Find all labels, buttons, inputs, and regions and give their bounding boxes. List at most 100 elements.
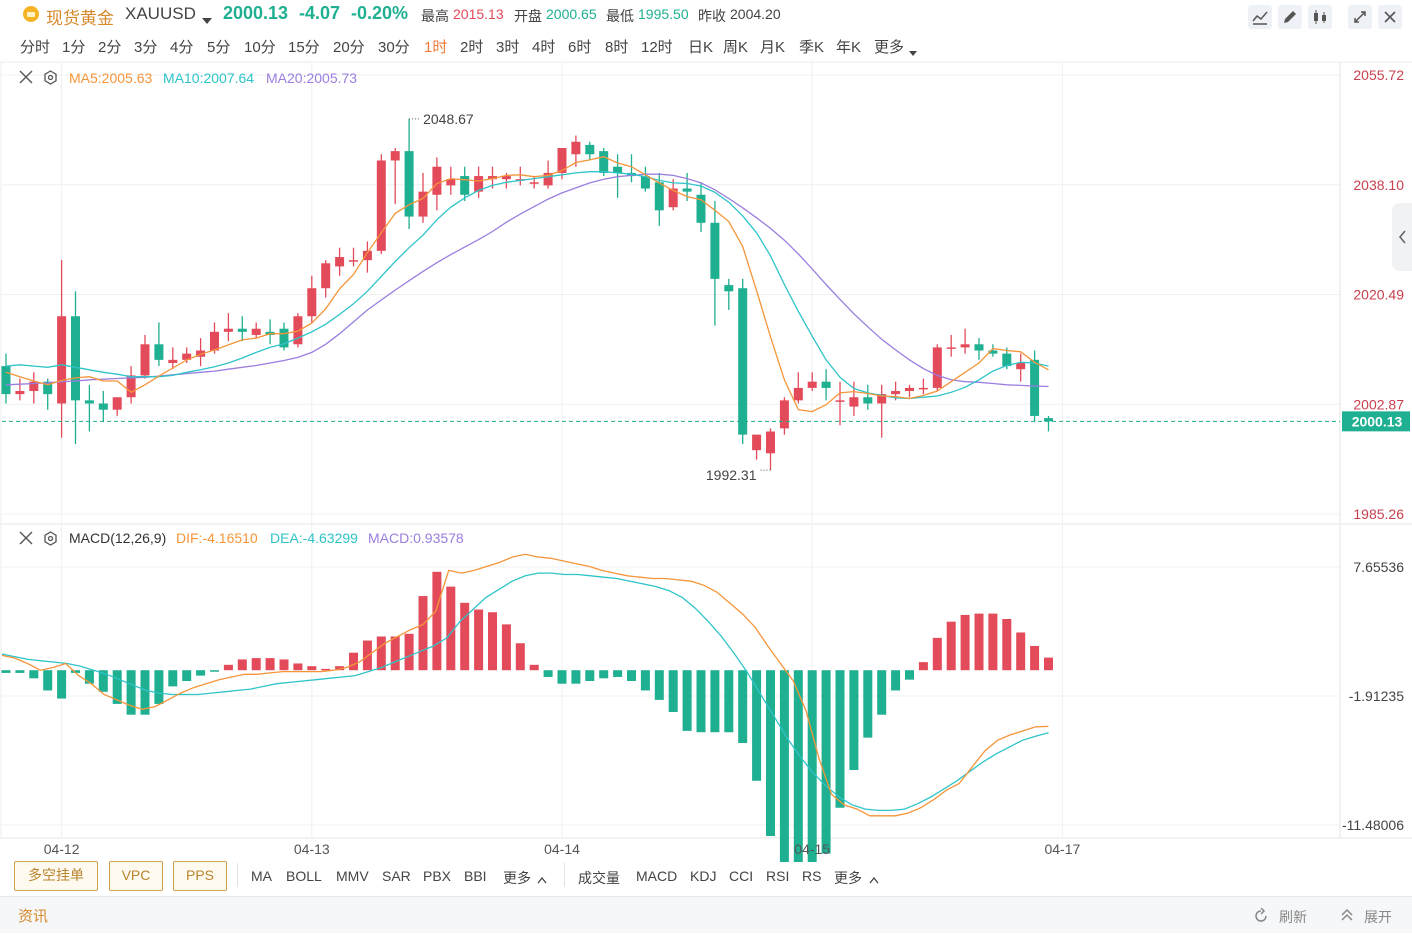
macd-bar	[168, 670, 178, 687]
macd-bar	[738, 670, 748, 744]
side-panel-handle[interactable]	[1392, 203, 1412, 271]
high-mark-label: 2048.67	[423, 111, 474, 127]
date-tick-label: 04-12	[44, 841, 80, 857]
macd-tick-label: -1.91235	[1349, 688, 1404, 704]
chart-grid	[0, 61, 1412, 839]
macd-bar	[501, 624, 511, 671]
sub-indicator-0[interactable]: 成交量	[578, 868, 620, 888]
indicator-button-2[interactable]: PPS	[173, 861, 227, 891]
macd-name-legend: MACD(12,26,9)	[69, 530, 167, 546]
macd-bar	[891, 670, 901, 691]
macd-value-legend: MACD:0.93578	[368, 530, 464, 546]
candle-body	[112, 397, 122, 410]
info-bar: 资讯 刷新 展开	[0, 896, 1412, 933]
main-indicator-3[interactable]: SAR	[382, 868, 411, 884]
sub-indicator-6[interactable]: 更多	[834, 868, 862, 888]
candle-body	[599, 151, 609, 173]
candle-body	[126, 375, 136, 398]
settings-icon[interactable]	[43, 70, 58, 90]
indicator-button-1[interactable]: VPC	[109, 861, 163, 891]
macd-bar	[932, 637, 942, 671]
macd-bar	[1030, 645, 1040, 671]
main-indicator-5[interactable]: BBI	[464, 868, 487, 884]
macd-bar	[237, 659, 247, 671]
main-indicator-0[interactable]: MA	[251, 868, 272, 884]
chevron-left-icon	[1398, 230, 1406, 244]
low-mark-label: 1992.31	[706, 467, 757, 483]
candle-body	[793, 387, 803, 401]
candle-body	[571, 141, 581, 155]
candle-body	[71, 316, 80, 401]
chevron-up-icon[interactable]	[869, 871, 879, 889]
sub-indicator-5[interactable]: RS	[802, 868, 821, 884]
price-tag-label: 2000.13	[1352, 413, 1403, 429]
main-indicator-4[interactable]: PBX	[423, 868, 451, 884]
info-title[interactable]: 资讯	[18, 905, 48, 926]
macd-tick-label: 7.65536	[1353, 559, 1404, 575]
macd-bar	[251, 658, 261, 671]
main-indicator-2[interactable]: MMV	[336, 868, 369, 884]
refresh-label[interactable]: 刷新	[1279, 907, 1307, 927]
candle-body	[390, 151, 400, 161]
candle-body	[710, 222, 720, 279]
candle-body	[918, 387, 928, 390]
candle-body	[682, 188, 692, 192]
candle-body	[585, 144, 595, 155]
macd-bar	[196, 670, 206, 676]
macd-bar	[1016, 632, 1026, 671]
chevron-up-icon[interactable]	[537, 871, 547, 889]
candle-body	[821, 381, 831, 388]
macd-bar	[223, 664, 233, 671]
candle-body	[529, 182, 539, 184]
expand-label[interactable]: 展开	[1364, 907, 1392, 927]
candle-body	[335, 257, 345, 267]
main-indicator-1[interactable]: BOLL	[286, 868, 322, 884]
macd-bar	[724, 670, 734, 733]
macd-bar	[599, 670, 609, 679]
candle-body	[932, 347, 942, 388]
main-indicator-6[interactable]: 更多	[503, 868, 531, 888]
sub-indicator-3[interactable]: CCI	[729, 868, 753, 884]
macd-bar	[571, 670, 581, 684]
candle-body	[752, 434, 762, 451]
macd-bar	[682, 670, 692, 731]
macd-bar	[905, 670, 914, 680]
candle-body	[460, 176, 470, 195]
dif-legend: DIF:-4.16510	[176, 530, 258, 546]
macd-bar	[696, 670, 706, 733]
macd-bar	[988, 613, 998, 671]
close-icon[interactable]	[19, 70, 33, 89]
macd-bar	[265, 658, 275, 671]
chart-canvas[interactable]: 2000.13 2048.67 1992.31 2055.72 2038.10 2020…	[0, 0, 1412, 862]
expand-icon[interactable]	[1340, 908, 1354, 927]
refresh-icon[interactable]	[1253, 907, 1269, 929]
candle-body	[321, 263, 331, 289]
macd-bar	[349, 652, 358, 671]
candle-body	[140, 344, 150, 376]
candle-body	[654, 182, 664, 211]
candle-body	[98, 403, 108, 410]
candle-body	[779, 400, 789, 429]
candle-body	[849, 397, 859, 407]
sub-indicator-4[interactable]: RSI	[766, 868, 789, 884]
macd-bar	[57, 670, 67, 699]
indicator-button-0[interactable]: 多空挂单	[14, 861, 98, 891]
macd-bar	[390, 636, 400, 671]
settings-icon[interactable]	[43, 531, 58, 551]
candle-body	[974, 344, 984, 351]
candle-body	[293, 316, 303, 345]
macd-bar	[918, 662, 928, 671]
separator	[237, 863, 238, 887]
macd-bar	[766, 670, 775, 837]
macd-bar	[640, 670, 650, 691]
macd-bar	[668, 670, 678, 713]
candle-body	[168, 359, 178, 363]
sub-indicator-1[interactable]: MACD	[636, 868, 677, 884]
macd-bar	[557, 670, 567, 684]
candle-body	[891, 391, 901, 395]
sub-indicator-2[interactable]: KDJ	[690, 868, 716, 884]
macd-bar	[946, 621, 956, 671]
macd-bar	[15, 670, 25, 673]
close-icon[interactable]	[19, 531, 33, 550]
price-tick-label: 2055.72	[1353, 67, 1404, 83]
